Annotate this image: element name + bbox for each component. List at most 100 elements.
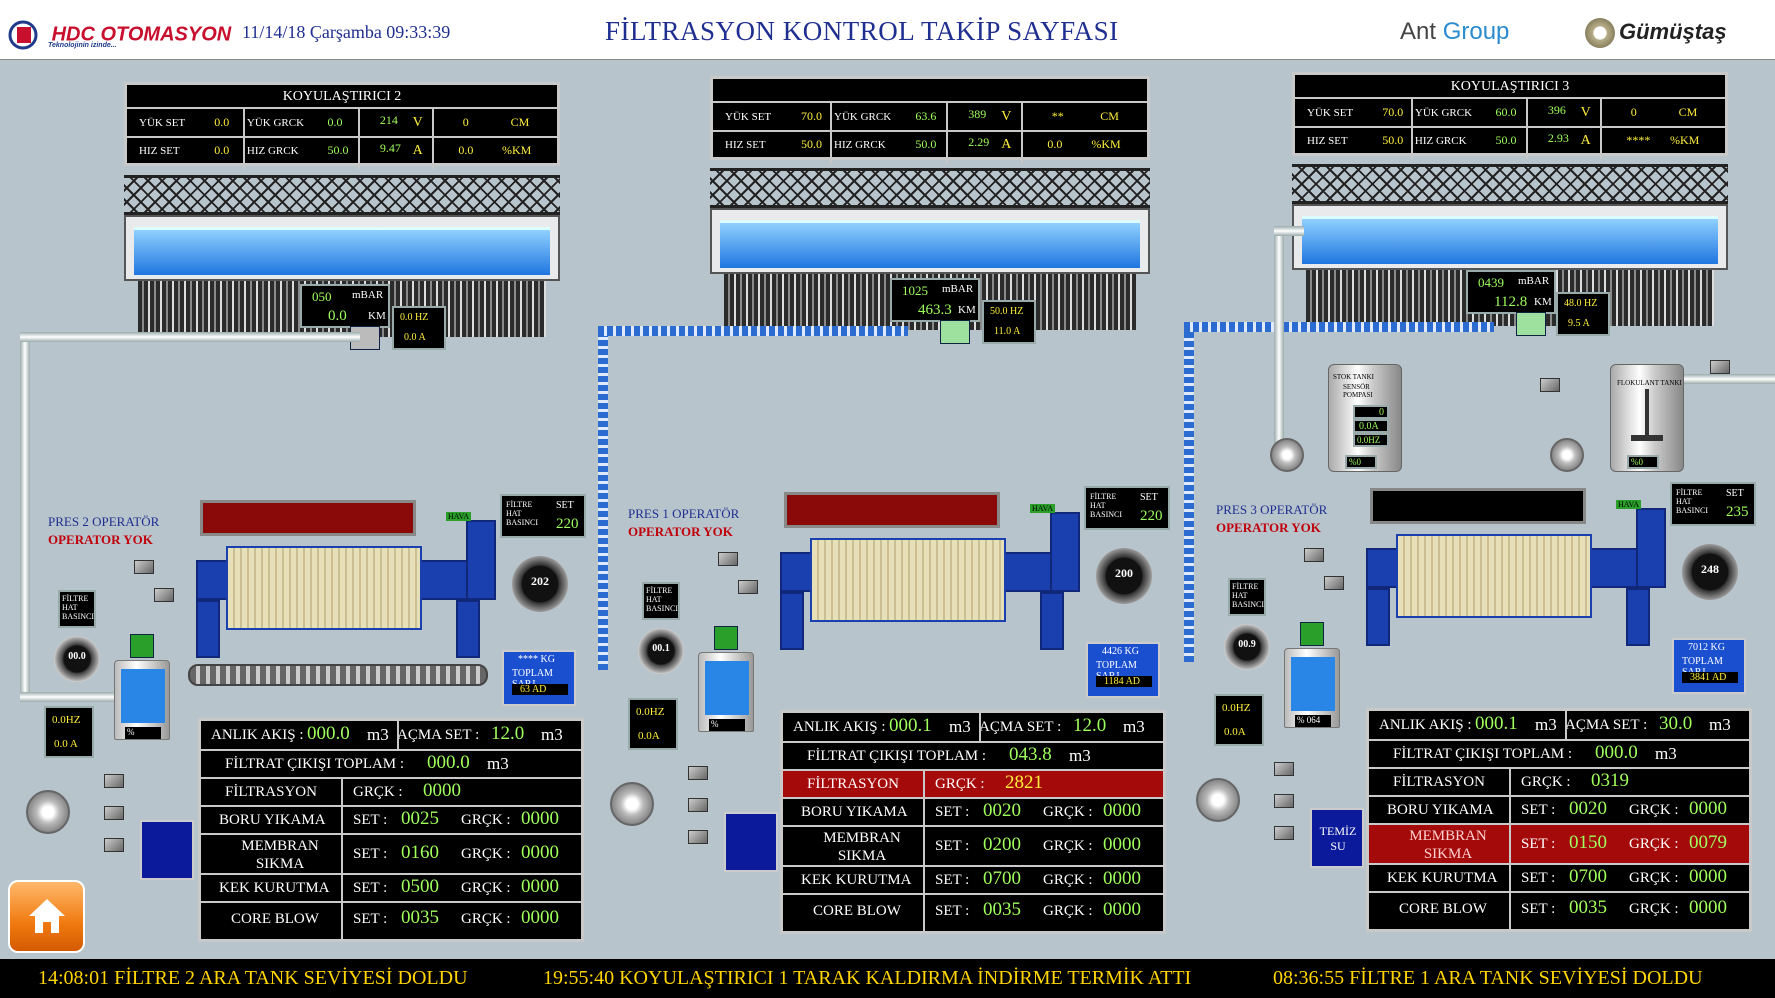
drive-hz: 0.0 HZ bbox=[400, 312, 429, 323]
feed-pump[interactable] bbox=[1196, 778, 1240, 822]
cm-value: 0 bbox=[462, 115, 469, 129]
membran-set-label: SET : bbox=[935, 838, 970, 854]
kek-label: KEK KURUTMA bbox=[219, 880, 330, 896]
fhb-small-label: FİLTRE HAT BASINCI bbox=[62, 594, 95, 621]
membran-label: MEMBRAN SIKMA bbox=[1409, 828, 1487, 862]
pipe-blue bbox=[1184, 322, 1494, 332]
valve[interactable] bbox=[1304, 548, 1324, 562]
pump-amp: 0.0A bbox=[638, 730, 660, 742]
km-pct-value: 0.0 bbox=[1047, 137, 1063, 151]
boru-set-label: SET : bbox=[935, 804, 970, 820]
filtrasyon-value: 0000 bbox=[423, 780, 461, 801]
membran-set-value: 0150 bbox=[1569, 832, 1607, 853]
hiz-grck-label: HIZ GRCK bbox=[246, 145, 299, 157]
intermediate-tank: % bbox=[698, 652, 754, 732]
wash-water-tank[interactable] bbox=[140, 820, 194, 880]
core-set-label: SET : bbox=[353, 911, 388, 927]
anlik-label: ANLIK AKIŞ : bbox=[211, 727, 304, 743]
current-unit: A bbox=[1001, 137, 1012, 152]
valve[interactable] bbox=[688, 766, 708, 780]
valve[interactable] bbox=[1274, 826, 1294, 840]
set-label: SET bbox=[1140, 492, 1158, 503]
core-set-value: 0035 bbox=[401, 907, 439, 928]
valve[interactable] bbox=[104, 774, 124, 788]
valve[interactable] bbox=[688, 798, 708, 812]
table-row: FİLTRASYON GRÇK : 2821 bbox=[783, 771, 1163, 799]
toplam-sarj-value: 3841 AD bbox=[1682, 672, 1738, 683]
mixer-motor[interactable] bbox=[130, 634, 154, 658]
pump-amp: 0.0A bbox=[1224, 726, 1246, 738]
valve[interactable] bbox=[738, 580, 758, 594]
boru-label: BORU YIKAMA bbox=[801, 804, 908, 820]
core-set-label: SET : bbox=[935, 903, 970, 919]
stok-label: STOK TANKI bbox=[1333, 373, 1374, 381]
valve[interactable] bbox=[134, 560, 154, 574]
membran-set-label: SET : bbox=[353, 846, 388, 862]
current-value: 2.93 bbox=[1547, 131, 1569, 145]
pump-hz: 0.0HZ bbox=[1222, 702, 1251, 714]
pipe bbox=[1274, 226, 1304, 236]
stok-v1: 0 bbox=[1379, 407, 1384, 418]
alarm-3: 08:36:55 FİLTRE 1 ARA TANK SEVİYESİ DOLD… bbox=[1273, 967, 1703, 989]
home-button[interactable] bbox=[8, 880, 85, 953]
wash-water-tank[interactable]: TEMİZ SU bbox=[1310, 808, 1364, 868]
hava-label: HAVA bbox=[1616, 500, 1642, 509]
valve[interactable] bbox=[718, 552, 738, 566]
flokulant-pump[interactable] bbox=[1550, 438, 1584, 472]
valve[interactable] bbox=[104, 838, 124, 852]
mixer-motor[interactable] bbox=[714, 626, 738, 650]
filtrat-label: FİLTRAT ÇIKIŞI TOPLAM : bbox=[807, 748, 987, 764]
valve[interactable] bbox=[688, 830, 708, 844]
filtrat-label: FİLTRAT ÇIKIŞI TOPLAM : bbox=[1393, 746, 1573, 762]
filtrat-unit: m3 bbox=[1069, 746, 1091, 765]
valve[interactable] bbox=[1274, 762, 1294, 776]
anlik-unit: m3 bbox=[367, 725, 389, 744]
drive-hz: 48.0 HZ bbox=[1564, 298, 1598, 309]
wash-water-tank[interactable] bbox=[724, 812, 778, 872]
table-row: CORE BLOW SET : 0035 GRÇK : 0000 bbox=[201, 903, 581, 939]
filtrat-unit: m3 bbox=[487, 754, 509, 773]
anlik-value: 000.1 bbox=[1475, 713, 1518, 734]
yuk-set-label: YÜK SET bbox=[725, 111, 772, 123]
flokulant-pct: %0 bbox=[1631, 457, 1643, 467]
header-bar: HDC OTOMASYON Teknolojinin izinde... 11/… bbox=[0, 0, 1775, 60]
filter-line-pressure-set: FİLTRE HAT BASINCI SET 235 bbox=[1670, 482, 1756, 526]
valve[interactable] bbox=[104, 806, 124, 820]
valve[interactable] bbox=[1324, 576, 1344, 590]
hiz-set-value: 0.0 bbox=[214, 143, 230, 157]
membran-grck-value: 0000 bbox=[521, 842, 559, 863]
feed-pump[interactable] bbox=[610, 782, 654, 826]
km-value: 463.3 bbox=[918, 302, 952, 318]
small-pressure-gauge: 00.0 bbox=[54, 636, 100, 682]
core-set-value: 0035 bbox=[983, 899, 1021, 920]
kek-set-value: 0500 bbox=[401, 876, 439, 897]
km-pct-unit: %KM bbox=[1669, 133, 1700, 147]
table-row: BORU YIKAMA SET : 0020 GRÇK : 0000 bbox=[1369, 797, 1749, 825]
valve[interactable] bbox=[1540, 378, 1560, 392]
km-pct-unit: %KM bbox=[501, 143, 532, 157]
press-leg bbox=[196, 600, 220, 658]
datetime: 11/14/18 Çarşamba 09:33:39 bbox=[242, 22, 451, 42]
valve[interactable] bbox=[1274, 794, 1294, 808]
press-plates bbox=[226, 546, 422, 630]
rake-motor[interactable] bbox=[940, 320, 970, 344]
valve[interactable] bbox=[1710, 360, 1730, 374]
pump-drive-display: 0.0HZ 0.0A bbox=[628, 698, 678, 750]
cake-weight-display: 4426 KG TOPLAM ŞARJ 1184 AD bbox=[1086, 642, 1160, 698]
feed-pump[interactable] bbox=[26, 790, 70, 834]
km-pct-value: 0.0 bbox=[458, 143, 474, 157]
home-icon bbox=[29, 899, 65, 933]
valve[interactable] bbox=[154, 588, 174, 602]
press-leg bbox=[456, 600, 480, 658]
table-row: FİLTRAT ÇIKIŞI TOPLAM : 000.0 m3 bbox=[1369, 741, 1749, 769]
cm-unit: CM bbox=[1678, 105, 1698, 119]
table-row: MEMBRAN SIKMA SET : 0160 GRÇK : 0000 bbox=[201, 835, 581, 875]
fhb-small-label: FİLTRE HAT BASINCI bbox=[1232, 582, 1265, 609]
rake-drive-display: 0.0 HZ 0.0 A bbox=[392, 306, 446, 350]
press-plates bbox=[810, 538, 1006, 622]
rake-motor[interactable] bbox=[1516, 312, 1546, 336]
km-unit: KM bbox=[958, 304, 976, 316]
mixer-motor[interactable] bbox=[1300, 622, 1324, 646]
stok-pump[interactable] bbox=[1270, 438, 1304, 472]
km-unit: KM bbox=[368, 310, 386, 322]
